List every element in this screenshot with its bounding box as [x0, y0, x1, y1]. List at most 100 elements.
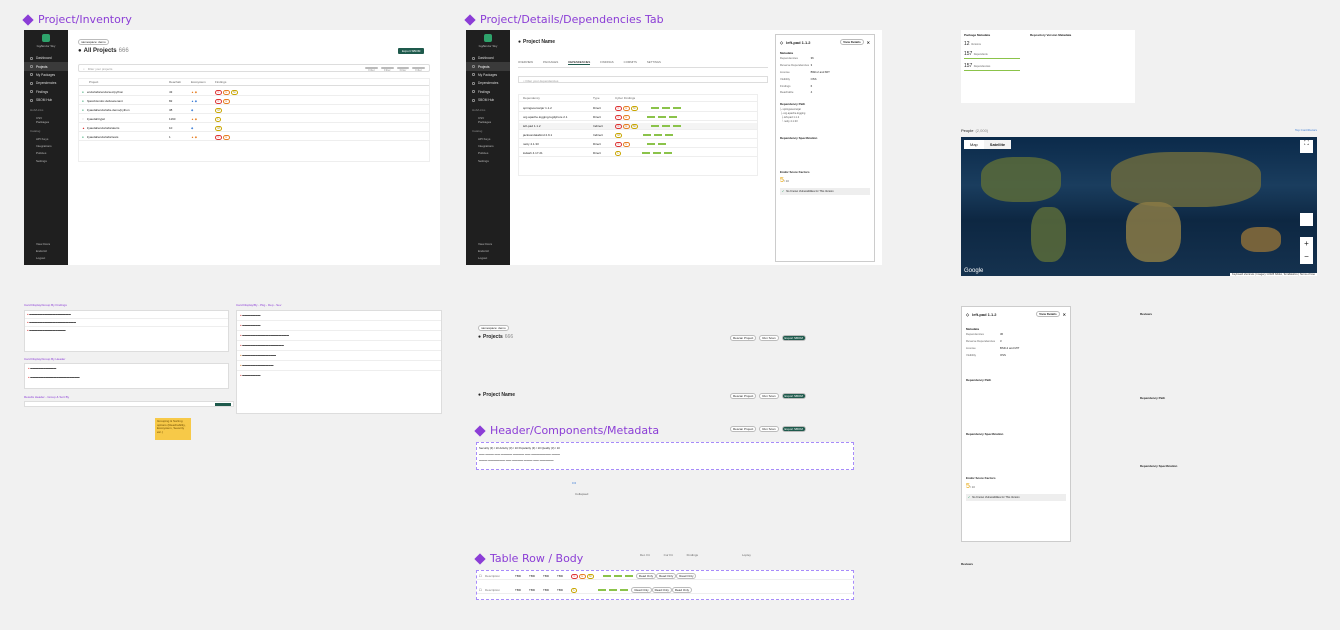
view-docs-link[interactable]: View Docs	[466, 240, 510, 247]
column-header: Project	[89, 80, 99, 84]
export-sbom-button[interactable]: Export SBOM	[781, 426, 806, 432]
sidebar-item-findings[interactable]: Findings	[24, 88, 68, 96]
sidebar-heading: Catalog	[472, 129, 483, 134]
table-row[interactable]: ○ ilyaudal/tryjwt 1160 ▲ ◆ L	[79, 116, 429, 123]
sidebar-subitem[interactable]: Integrations	[466, 143, 510, 150]
filter-chip[interactable]: Filter	[380, 67, 394, 72]
tab-packages[interactable]: PACKAGES	[543, 60, 558, 65]
sidebar-subitem[interactable]: Settings	[24, 157, 68, 164]
logout-link[interactable]: Logout	[466, 255, 510, 262]
export-sbom-button[interactable]: Export SBOM	[398, 48, 425, 54]
org-name: Gg/Endor Sky	[478, 44, 498, 48]
table-row[interactable]: lodash 4.17.21 Direct L	[519, 150, 757, 157]
sidebar-subitem[interactable]: CSV Packages	[466, 114, 510, 125]
run-scan-button[interactable]: Run Scan	[759, 335, 779, 341]
checkbox[interactable]: ☐	[477, 588, 485, 592]
view-details-button[interactable]: View Details	[1036, 311, 1060, 317]
sidebar-item-sbom[interactable]: SBOM Hub	[466, 96, 510, 104]
close-icon[interactable]: ✕	[1063, 312, 1066, 317]
view-docs-link[interactable]: View Docs	[24, 240, 68, 247]
sidebar-subitem[interactable]: Policies	[24, 150, 68, 157]
user-menu[interactable]: EndorAI	[24, 248, 68, 255]
sidebar-item-packages[interactable]: My Packages	[466, 71, 510, 79]
tab-overview[interactable]: OVERVIEW	[518, 60, 533, 65]
rescan-project-button[interactable]: Rescan Project	[730, 393, 757, 399]
sidebar-subitem[interactable]: Policies	[466, 150, 510, 157]
sidebar-heading: Catalog	[30, 129, 41, 134]
street-view-icon[interactable]	[1300, 213, 1313, 226]
inventory-frame: Gg/Endor Sky Dashboard Projects My Packa…	[24, 30, 440, 265]
sidebar-item-projects[interactable]: Projects	[24, 62, 68, 71]
export-sbom-button[interactable]: Export SBOM	[781, 335, 806, 341]
findings-icon	[472, 90, 475, 94]
table-row-selected[interactable]: left-pad 1.1.2 Indirect C H M	[519, 123, 757, 130]
close-icon[interactable]: ✕	[867, 40, 870, 45]
filter-chip[interactable]: Filter	[412, 67, 425, 72]
view-details-button[interactable]: View Details	[840, 39, 864, 45]
sidebar-subitem[interactable]: Integrations	[24, 143, 68, 150]
sidebar-subitem[interactable]: API Keys	[466, 135, 510, 142]
tab-findings[interactable]: FINDINGS	[600, 60, 613, 65]
table-row[interactable]: netty 4.1.33 Direct C H	[519, 141, 757, 148]
component-icon	[474, 552, 486, 565]
tab-dependencies[interactable]: DEPENDENCIES	[568, 60, 591, 65]
table-row[interactable]: springsource/jar 1.1.2 Direct C H M	[519, 105, 757, 112]
sidebar-item-dependencies[interactable]: Dependencies	[24, 79, 68, 87]
run-scan-button[interactable]: Run Scan	[759, 393, 779, 399]
group-sort-button[interactable]	[215, 403, 231, 406]
table-row[interactable]: ● endorlabs/endorsec/python 43 ▲ ◆ C H M	[79, 89, 429, 96]
sidebar-item-packages[interactable]: My Packages	[24, 71, 68, 79]
table-row[interactable]: jacksondatabind 2.9.1 Indirect M	[519, 132, 757, 139]
panel-title: left-pad 1.1.2	[786, 39, 811, 45]
sidebar-item-projects[interactable]: Projects	[466, 62, 510, 71]
sidebar-item-dashboard[interactable]: Dashboard	[466, 54, 510, 62]
sidebar-item-dependencies[interactable]: Dependencies	[466, 79, 510, 87]
table-row[interactable]: org.apache.logging.log4j/core 2.1 Direct C…	[519, 114, 757, 121]
contributor-map[interactable]: Map Satellite ⛶ + − Google Keyboard short…	[961, 137, 1317, 276]
more-icon[interactable]: •••	[572, 480, 576, 485]
details-frame: Gg/Endor Sky Dashboard Projects My Packa…	[466, 30, 882, 265]
namespace-selector[interactable]: namespace: demo	[78, 39, 109, 45]
table-row-body: ☐ Description TBD TBD TBD TBD C H M Read Only Read…	[476, 570, 854, 600]
sidebar-subitem[interactable]: Settings	[466, 157, 510, 164]
checkbox[interactable]: ☐	[477, 574, 485, 578]
search-input[interactable]: Filter your projects	[88, 67, 113, 71]
sidebar-item-dashboard[interactable]: Dashboard	[24, 54, 68, 62]
tab-settings[interactable]: SETTINGS	[647, 60, 661, 65]
sidebar-subitem[interactable]: API Keys	[24, 135, 68, 142]
top-contributors-link[interactable]: Top Contributors	[1295, 128, 1317, 133]
logout-link[interactable]: Logout	[24, 255, 68, 262]
dependency-icon	[30, 81, 33, 85]
filter-chip[interactable]: Filter	[365, 67, 378, 72]
fullscreen-icon[interactable]: ⛶	[1300, 140, 1313, 153]
section-title-details: Project/Details/Dependencies Tab	[464, 13, 664, 26]
sidebar-item-findings[interactable]: Findings	[466, 88, 510, 96]
dependency-panel-variant: ◇ left-pad 1.1.2 View Details ✕ Metadata…	[961, 306, 1071, 542]
rescan-project-button[interactable]: Rescan Project	[730, 426, 757, 432]
namespace-selector[interactable]: namespace: demo	[478, 325, 509, 331]
rescan-project-button[interactable]: Rescan Project	[730, 335, 757, 341]
sidebar-subitem[interactable]: CSV Packages	[24, 114, 68, 125]
user-menu[interactable]: EndorAI	[466, 248, 510, 255]
sticky-note: Grouping & Sorting options (Reachability…	[155, 418, 191, 440]
table-row[interactable]: ▲ ilyaudal/endorlabs/alerts 10 ◆ M	[79, 125, 429, 132]
table-row[interactable]: ☐ Description TBD TBD TBD TBD C H M Read Only Read…	[477, 573, 853, 580]
tab-commits[interactable]: COMMITS	[624, 60, 637, 65]
package-icon: ◇	[780, 39, 784, 45]
search-input[interactable]: ⌕ Filter your dependencies	[518, 76, 768, 83]
github-icon: ●	[478, 334, 482, 340]
satellite-tab[interactable]: Satellite	[983, 140, 1012, 149]
run-scan-button[interactable]: Run Scan	[759, 426, 779, 432]
table-row[interactable]: ● ilyaudal/endorlabs/tests 1 ▲ ◆ C H	[79, 134, 429, 141]
column-header: Reachab	[169, 80, 182, 84]
zoom-controls[interactable]: + −	[1300, 237, 1313, 264]
table-row[interactable]: ☐ Description TBD TBD TBD TBD L Read Only Read O…	[477, 587, 853, 594]
table-row[interactable]: ● ilyaudal/endorlabs-demo/python 38 ◆ M	[79, 107, 429, 114]
table-row[interactable]: ● hjacob/endor-defusetenant 82 ▲ ◆ C H	[79, 98, 429, 105]
filter-chip[interactable]: Filter	[396, 67, 410, 72]
map-tab[interactable]: Map	[964, 140, 984, 149]
sidebar-item-sbom[interactable]: SBOM Hub	[24, 96, 68, 104]
export-sbom-button[interactable]: Export SBOM	[781, 393, 806, 399]
status-dot-icon: ●	[82, 99, 84, 103]
google-logo: Google	[964, 268, 984, 274]
